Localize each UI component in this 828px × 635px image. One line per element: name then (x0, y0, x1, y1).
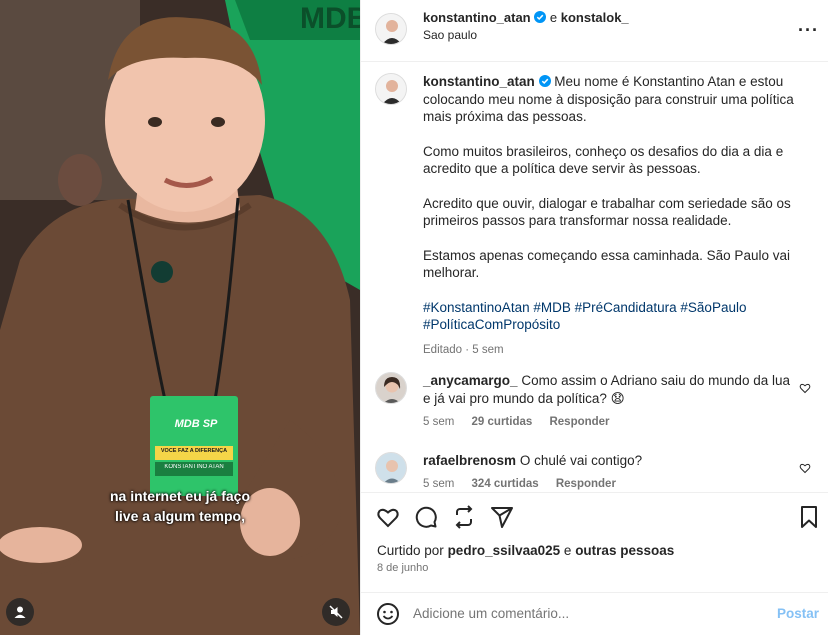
liked-by-user[interactable]: pedro_ssilvaa025 (448, 543, 561, 558)
liked-by-others[interactable]: outras pessoas (575, 543, 674, 558)
post-media[interactable]: MDB MDB SP VOCÊ FAZ A DIFERENÇA KONSTANT… (0, 0, 360, 635)
avatar-image (376, 74, 406, 104)
svg-text:MDB: MDB (300, 2, 360, 35)
emoji-icon[interactable] (376, 602, 400, 626)
post-header: konstantino_atan e konstalok_ Sao paulo … (361, 0, 828, 62)
mute-icon (329, 605, 343, 619)
connector-text: e (549, 10, 558, 25)
caption-edited-time: Editado · 5 sem (423, 343, 504, 356)
post-caption: konstantino_atan Meu nome é Konstantino … (423, 73, 795, 359)
caption-avatar[interactable] (375, 73, 407, 105)
post-details: konstantino_atan e konstalok_ Sao paulo … (360, 0, 828, 635)
comment-likes[interactable]: 324 curtidas (472, 478, 539, 490)
comment-likes[interactable]: 29 curtidas (472, 416, 533, 428)
post-date[interactable]: 8 de junho (377, 562, 428, 574)
tagged-users-button[interactable] (6, 598, 34, 626)
comment-body: rafaelbrenosm O chulé vai contigo? (423, 452, 793, 470)
avatar-image (376, 14, 406, 44)
heart-icon[interactable] (376, 505, 400, 529)
save-icon[interactable] (797, 505, 821, 529)
comment-input[interactable] (413, 606, 743, 621)
video-frame: MDB (0, 0, 360, 635)
user-tag-icon (14, 606, 26, 618)
comment-time: 5 sem (423, 416, 455, 428)
badge-brand: MDB SP (174, 418, 218, 430)
author-avatar[interactable] (375, 13, 407, 45)
video-subtitle: na internet eu já faço live a algum temp… (0, 486, 360, 526)
collaborator-username[interactable]: konstalok_ (561, 10, 629, 25)
action-bar (361, 492, 828, 538)
more-options-button[interactable]: ··· (798, 20, 819, 41)
comment-body: _anycamargo_ Como assim o Adriano saiu d… (423, 372, 793, 408)
subtitle-line-1: na internet eu já faço (109, 488, 251, 504)
liked-by-prefix: Curtido por (377, 543, 444, 558)
caption-paragraph-2: Como muitos brasileiros, conheço os desa… (423, 143, 784, 177)
comment-time: 5 sem (423, 478, 455, 490)
verified-icon (534, 11, 547, 23)
liked-by-connector: e (563, 543, 572, 558)
caption-paragraph-3: Acredito que ouvir, dialogar e trabalhar… (423, 195, 791, 229)
comment-meta: 5 sem 324 curtidas Responder (423, 478, 630, 490)
comment-username[interactable]: _anycamargo_ (423, 373, 518, 388)
badge-slogan: VOCÊ FAZ A DIFERENÇA (160, 448, 228, 454)
post-location[interactable]: Sao paulo (423, 28, 477, 42)
heart-icon[interactable] (799, 462, 811, 474)
commenter-avatar[interactable] (375, 372, 407, 404)
reply-button[interactable]: Responder (549, 416, 609, 428)
comment-meta: 5 sem 29 curtidas Responder (423, 416, 624, 428)
heart-icon[interactable] (799, 382, 811, 394)
comment-text: O chulé vai contigo? (519, 453, 643, 468)
send-icon[interactable] (490, 505, 514, 529)
verified-icon (538, 75, 551, 87)
subtitle-line-2: live a algum tempo, (115, 508, 245, 524)
liked-by: Curtido por pedro_ssilvaa025 e outras pe… (377, 543, 674, 558)
post-button[interactable]: Postar (777, 606, 819, 621)
reply-button[interactable]: Responder (556, 478, 616, 490)
more-options-icon: ··· (798, 20, 819, 40)
caption-hashtags[interactable]: #KonstantinoAtan #MDB #PréCandidatura #S… (423, 299, 795, 334)
comment-icon[interactable] (414, 505, 438, 529)
share-icon[interactable] (452, 505, 476, 529)
avatar-image (376, 453, 406, 483)
author-username[interactable]: konstantino_atan (423, 10, 531, 25)
author-line: konstantino_atan e konstalok_ (423, 10, 629, 25)
commenter-avatar[interactable] (375, 452, 407, 484)
badge-name: KONSTANTINO ATAN (164, 464, 224, 470)
comment-username[interactable]: rafaelbrenosm (423, 453, 516, 468)
caption-paragraph-4: Estamos apenas começando essa caminhada.… (423, 247, 790, 281)
mute-button[interactable] (322, 598, 350, 626)
add-comment-bar: Postar (361, 592, 828, 635)
avatar-image (376, 373, 406, 403)
caption-username[interactable]: konstantino_atan (423, 74, 535, 89)
